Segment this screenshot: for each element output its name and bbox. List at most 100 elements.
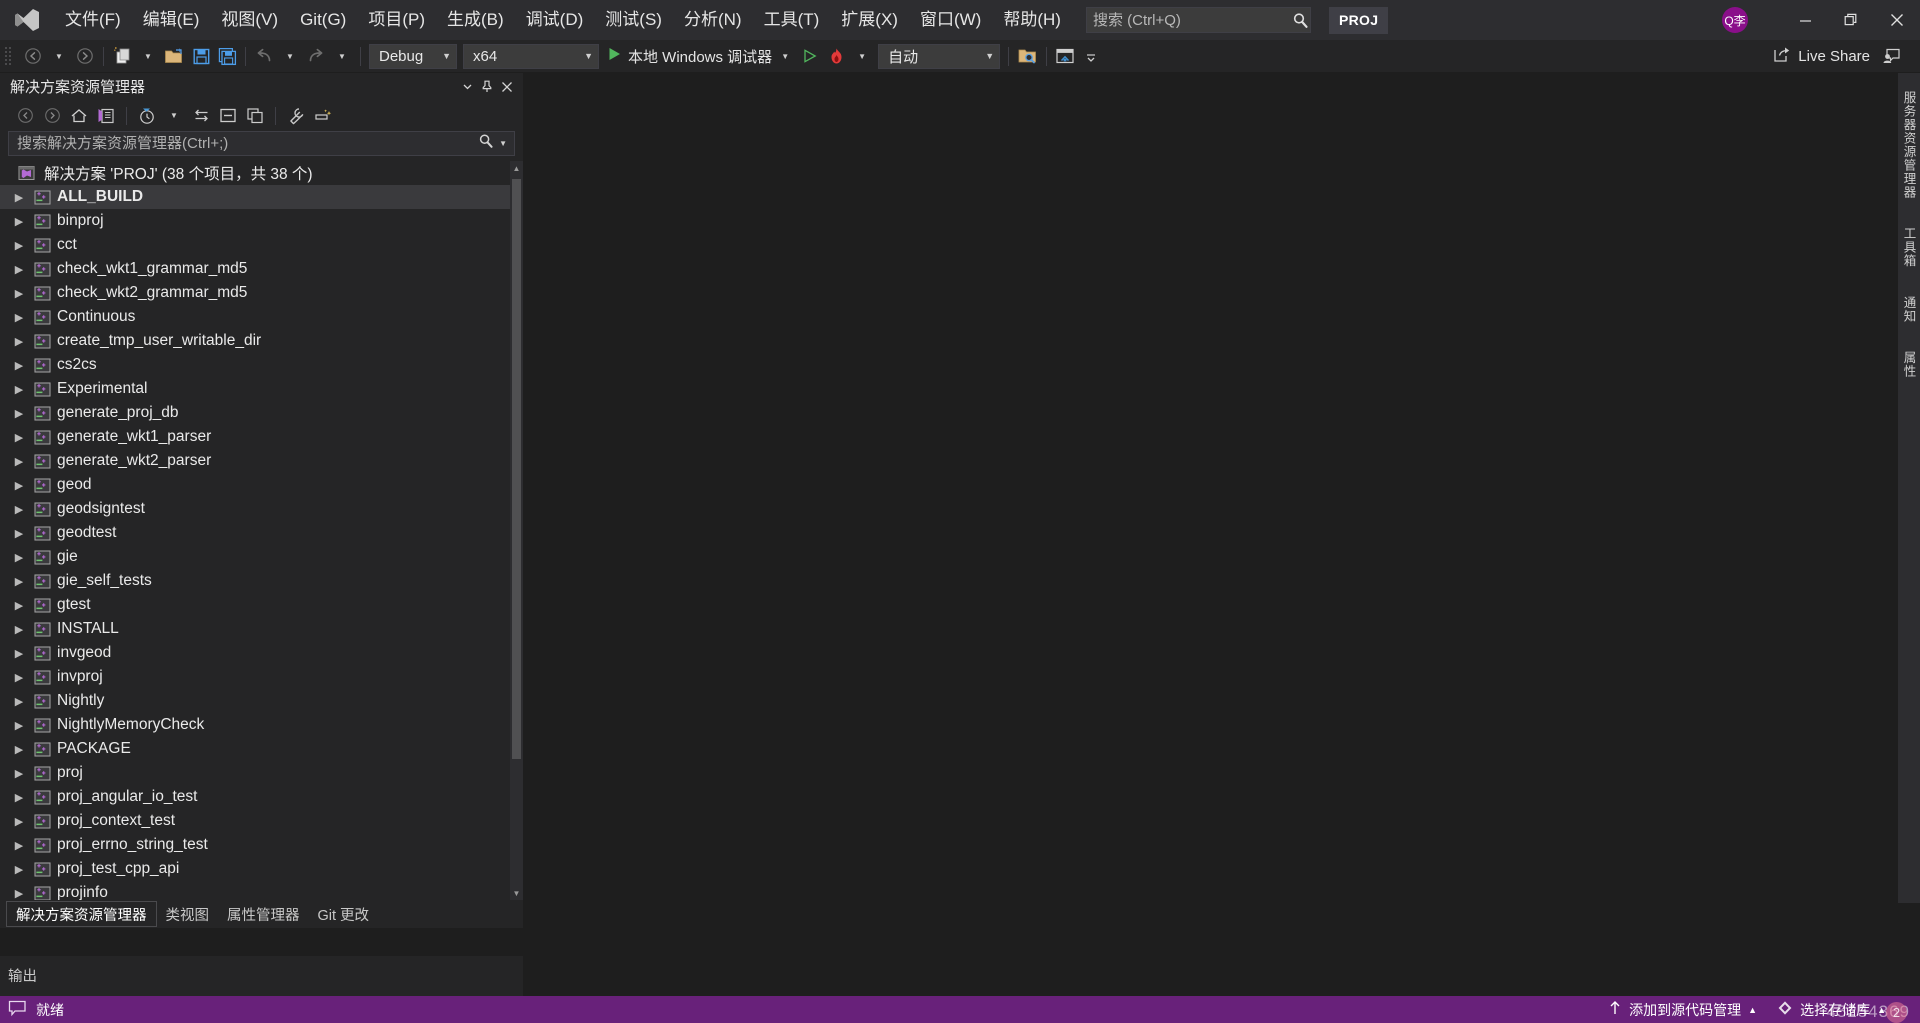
tool-rail-tab[interactable]: 属性 — [1898, 345, 1920, 384]
hot-reload-flame-icon[interactable] — [823, 42, 849, 70]
project-row[interactable]: ▶ Experimental — [0, 377, 510, 401]
live-share-button[interactable]: Live Share — [1765, 42, 1878, 70]
project-row[interactable]: ▶ cs2cs — [0, 353, 510, 377]
expand-chevron-icon[interactable]: ▶ — [8, 719, 30, 732]
send-feedback-icon[interactable] — [1878, 42, 1904, 70]
preview-selected-items-icon[interactable] — [310, 104, 336, 128]
menu-extensions[interactable]: 扩展(X) — [830, 0, 909, 40]
project-row[interactable]: ▶ geod — [0, 473, 510, 497]
project-row[interactable]: ▶ proj_angular_io_test — [0, 785, 510, 809]
expand-chevron-icon[interactable]: ▶ — [8, 599, 30, 612]
expand-chevron-icon[interactable]: ▶ — [8, 623, 30, 636]
project-row[interactable]: ▶ Nightly — [0, 689, 510, 713]
expand-chevron-icon[interactable]: ▶ — [8, 887, 30, 900]
project-row[interactable]: ▶ create_tmp_user_writable_dir — [0, 329, 510, 353]
menu-tools[interactable]: 工具(T) — [753, 0, 831, 40]
menu-view[interactable]: 视图(V) — [210, 0, 289, 40]
menu-git[interactable]: Git(G) — [289, 0, 357, 40]
save-icon[interactable] — [188, 42, 214, 70]
new-project-dropdown[interactable]: ▼ — [135, 42, 161, 70]
project-row[interactable]: ▶ binproj — [0, 209, 510, 233]
solution-explorer-search[interactable]: ▼ — [8, 131, 515, 156]
expand-chevron-icon[interactable]: ▶ — [8, 335, 30, 348]
expand-chevron-icon[interactable]: ▶ — [8, 383, 30, 396]
expand-chevron-icon[interactable]: ▶ — [8, 551, 30, 564]
start-without-debugging-button[interactable] — [797, 42, 823, 70]
expand-chevron-icon[interactable]: ▶ — [8, 575, 30, 588]
navigate-backward-button[interactable] — [20, 42, 46, 70]
project-row[interactable]: ▶ geodtest — [0, 521, 510, 545]
new-project-icon[interactable] — [109, 42, 135, 70]
save-all-icon[interactable] — [214, 42, 240, 70]
select-repository-button[interactable]: 选择存储库 ▲ — [1767, 996, 1912, 1023]
project-row[interactable]: ▶ gie — [0, 545, 510, 569]
expand-chevron-icon[interactable]: ▶ — [8, 743, 30, 756]
expand-chevron-icon[interactable]: ▶ — [8, 503, 30, 516]
expand-chevron-icon[interactable]: ▶ — [8, 311, 30, 324]
expand-chevron-icon[interactable]: ▶ — [8, 455, 30, 468]
solution-explorer-search-input[interactable] — [17, 135, 479, 152]
project-row[interactable]: ▶ proj — [0, 761, 510, 785]
menu-project[interactable]: 项目(P) — [357, 0, 436, 40]
solution-tree-scrollbar[interactable]: ▲ ▼ — [510, 161, 523, 900]
minimize-button[interactable] — [1782, 0, 1828, 40]
panel-tab[interactable]: 解决方案资源管理器 — [6, 901, 157, 927]
solution-platform-combo[interactable]: x64 ▼ — [463, 43, 599, 69]
redo-dropdown[interactable]: ▼ — [329, 42, 355, 70]
project-row[interactable]: ▶ NightlyMemoryCheck — [0, 713, 510, 737]
expand-chevron-icon[interactable]: ▶ — [8, 431, 30, 444]
expand-chevron-icon[interactable]: ▶ — [8, 647, 30, 660]
pending-changes-filter-icon[interactable] — [134, 104, 160, 128]
expand-chevron-icon[interactable]: ▶ — [8, 359, 30, 372]
project-row[interactable]: ▶ cct — [0, 233, 510, 257]
close-icon[interactable] — [497, 77, 517, 97]
restore-button[interactable] — [1828, 0, 1874, 40]
avatar[interactable]: Q李 — [1722, 7, 1748, 33]
chevron-down-icon[interactable] — [457, 77, 477, 97]
project-row[interactable]: ▶ INSTALL — [0, 617, 510, 641]
expand-chevron-icon[interactable]: ▶ — [8, 839, 30, 852]
window-layout-icon[interactable] — [1052, 42, 1078, 70]
project-row[interactable]: ▶ check_wkt1_grammar_md5 — [0, 257, 510, 281]
close-button[interactable] — [1874, 0, 1920, 40]
redo-icon[interactable] — [303, 42, 329, 70]
hot-reload-dropdown[interactable]: ▼ — [849, 42, 875, 70]
solution-name-badge[interactable]: PROJ — [1328, 6, 1389, 34]
properties-icon[interactable] — [283, 104, 309, 128]
project-row[interactable]: ▶ generate_wkt1_parser — [0, 425, 510, 449]
home-icon[interactable] — [66, 104, 92, 128]
expand-chevron-icon[interactable]: ▶ — [8, 863, 30, 876]
project-row[interactable]: ▶ check_wkt2_grammar_md5 — [0, 281, 510, 305]
output-tab[interactable]: 输出 — [8, 965, 37, 986]
expand-chevron-icon[interactable]: ▶ — [8, 671, 30, 684]
scroll-up-arrow-icon[interactable]: ▲ — [510, 161, 523, 175]
panel-tab[interactable]: Git 更改 — [309, 901, 379, 927]
project-row[interactable]: ▶ generate_wkt2_parser — [0, 449, 510, 473]
start-debugging-button[interactable]: 本地 Windows 调试器 ▼ — [602, 42, 797, 70]
expand-chevron-icon[interactable]: ▶ — [8, 479, 30, 492]
panel-tab[interactable]: 属性管理器 — [218, 901, 309, 927]
expand-chevron-icon[interactable]: ▶ — [8, 191, 30, 204]
project-row[interactable]: ▶ gtest — [0, 593, 510, 617]
project-row[interactable]: ▶ generate_proj_db — [0, 401, 510, 425]
menu-help[interactable]: 帮助(H) — [992, 0, 1072, 40]
expand-chevron-icon[interactable]: ▶ — [8, 791, 30, 804]
project-row[interactable]: ▶ Continuous — [0, 305, 510, 329]
expand-chevron-icon[interactable]: ▶ — [8, 263, 30, 276]
navigate-backward-dropdown[interactable]: ▼ — [46, 42, 72, 70]
toolbar-grip[interactable] — [4, 45, 20, 67]
panel-tab[interactable]: 类视图 — [157, 901, 219, 927]
project-row[interactable]: ▶ proj_errno_string_test — [0, 833, 510, 857]
project-row[interactable]: ▶ geodsigntest — [0, 497, 510, 521]
tool-rail-tab[interactable]: 服务器资源管理器 — [1898, 85, 1920, 205]
project-row[interactable]: ▶ ALL_BUILD — [0, 185, 510, 209]
project-row[interactable]: ▶ gie_self_tests — [0, 569, 510, 593]
tool-rail-tab[interactable]: 通知 — [1898, 290, 1920, 329]
expand-chevron-icon[interactable]: ▶ — [8, 407, 30, 420]
collapse-all-icon[interactable] — [215, 104, 241, 128]
menu-window[interactable]: 窗口(W) — [909, 0, 992, 40]
scroll-down-arrow-icon[interactable]: ▼ — [510, 886, 523, 900]
toolbar-overflow-icon[interactable] — [1078, 42, 1104, 70]
expand-chevron-icon[interactable]: ▶ — [8, 287, 30, 300]
add-to-source-control-button[interactable]: 添加到源代码管理 ▲ — [1598, 996, 1767, 1023]
